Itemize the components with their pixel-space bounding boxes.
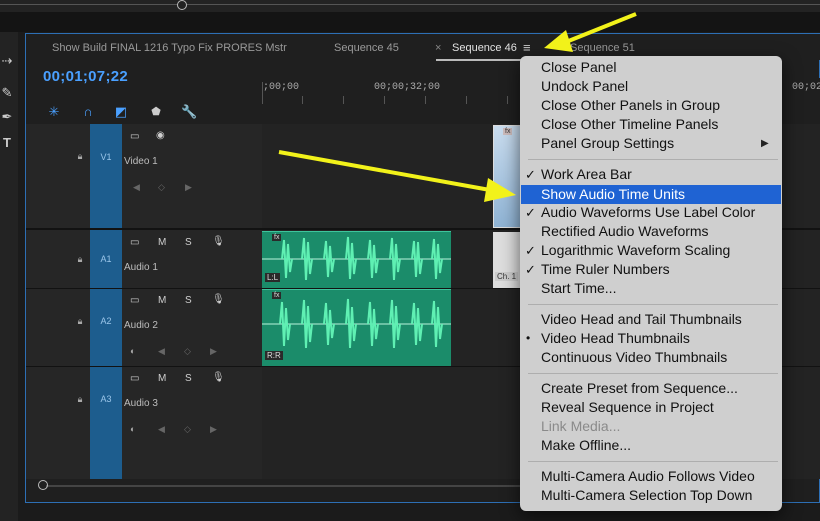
annotation-arrow-top (544, 12, 637, 52)
annotation-arrows (278, 12, 637, 202)
annotation-arrow-middle (278, 150, 516, 202)
